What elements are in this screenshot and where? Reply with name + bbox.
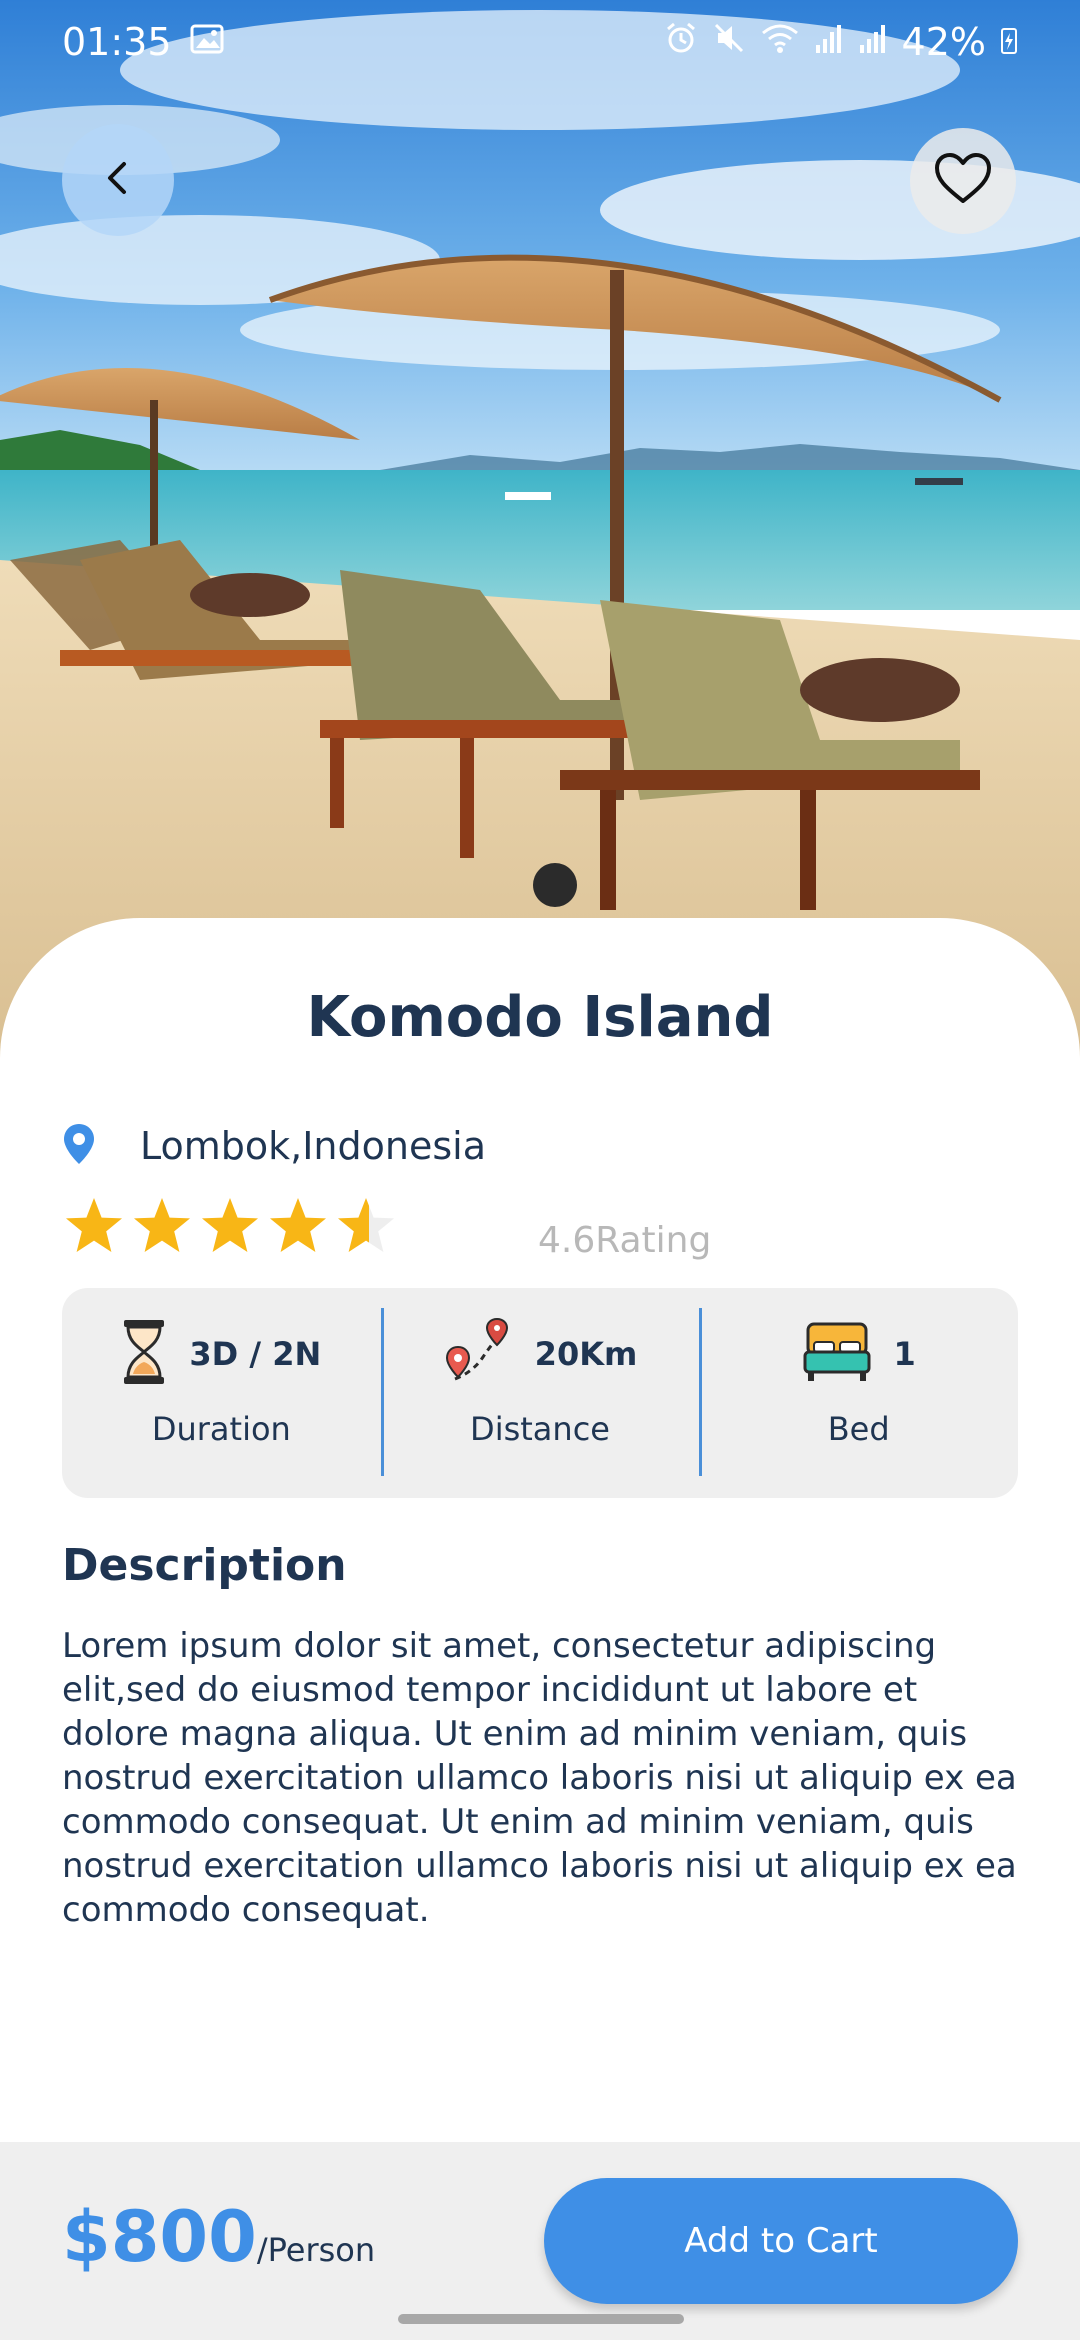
duration-value: 3D / 2N [189,1335,322,1373]
distance-label: Distance [470,1410,610,1448]
trip-info-card: 3D / 2N Duration 20Km Distance 1 Bed [62,1288,1018,1498]
price-amount: $800 [62,2196,257,2278]
map-route-icon [443,1317,513,1391]
price-unit: /Person [256,2231,376,2269]
bed-value: 1 [893,1335,916,1373]
bed-info: 1 Bed [699,1288,1018,1498]
add-to-cart-button[interactable]: Add to Cart [544,2178,1018,2304]
star-half-icon [336,1196,396,1258]
destination-title: Komodo Island [306,985,774,1050]
alarm-icon [664,20,698,64]
star-rating [64,1196,396,1258]
location-pin-icon [62,1122,96,1170]
heart-outline-icon [933,151,993,211]
location-row: Lombok,Indonesia [62,1122,486,1170]
status-time: 01:35 [62,20,172,64]
bed-label: Bed [827,1410,890,1448]
home-indicator[interactable] [398,2314,684,2324]
duration-label: Duration [151,1410,291,1448]
wifi-icon [760,20,800,64]
location-text: Lombok,Indonesia [140,1124,486,1168]
star-icon [200,1196,260,1258]
rating-text: 4.6Rating [538,1220,712,1261]
description-heading: Description [62,1540,347,1591]
chevron-left-icon [98,158,138,202]
mute-icon [712,20,746,64]
star-icon [132,1196,192,1258]
signal-icon-2 [858,20,888,64]
gallery-icon [190,24,224,60]
signal-icon [814,20,844,64]
distance-value: 20Km [534,1335,638,1373]
favorite-button[interactable] [910,128,1016,234]
back-button[interactable] [62,124,174,236]
bed-icon [802,1320,872,1388]
details-sheet [0,918,1080,2148]
status-bar: 01:35 42% [0,0,1080,84]
star-icon [268,1196,328,1258]
description-text: Lorem ipsum dolor sit amet, consectetur … [62,1626,1017,1930]
battery-charging-icon [1000,20,1018,64]
hourglass-icon [121,1318,167,1390]
duration-info: 3D / 2N Duration [62,1288,381,1498]
price: $800 /Person [62,2196,375,2278]
star-icon [64,1196,124,1258]
battery-level: 42% [901,20,986,64]
distance-info: 20Km Distance [380,1288,700,1498]
